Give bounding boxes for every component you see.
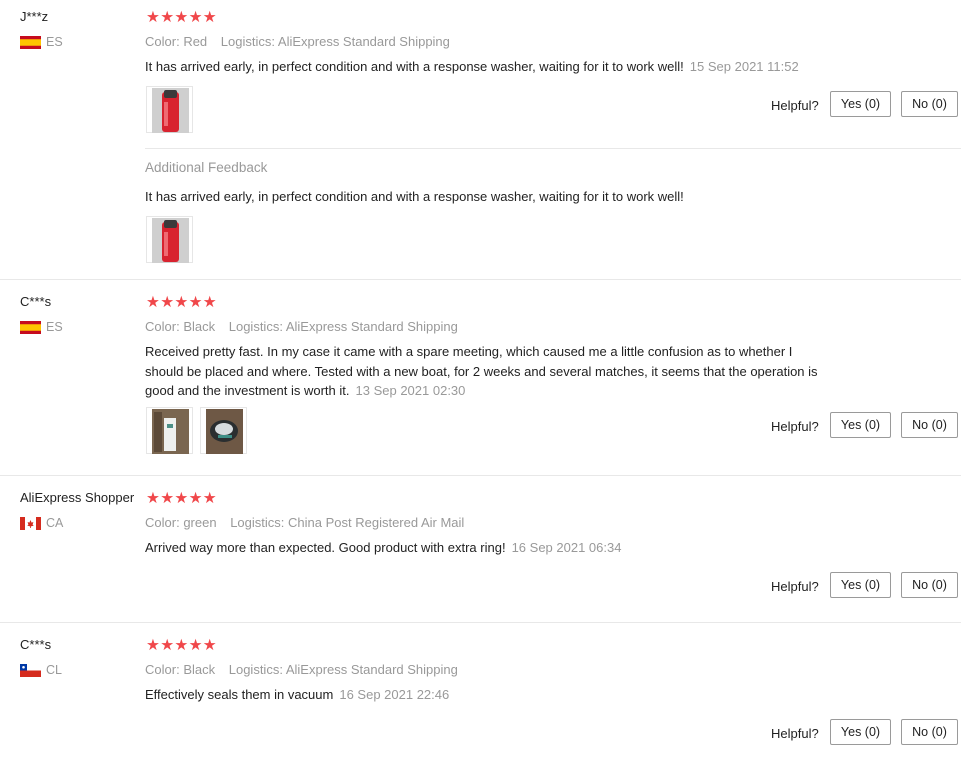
- review-meta: Color: green Logistics: China Post Regis…: [145, 515, 474, 530]
- color-label: Color:: [145, 34, 180, 49]
- helpful-yes-button[interactable]: Yes (0): [830, 91, 891, 117]
- review-body: Arrived way more than expected. Good pro…: [145, 540, 506, 555]
- helpful-label: Helpful?: [771, 419, 819, 434]
- color-value: Black: [183, 319, 216, 334]
- reviewer-country: ES: [20, 35, 63, 49]
- helpful-label: Helpful?: [771, 726, 819, 741]
- review-body-line: Received pretty fast. In my case it came…: [145, 344, 793, 359]
- helpful-no-button[interactable]: No (0): [901, 91, 958, 117]
- helpful-no-button[interactable]: No (0): [901, 572, 958, 598]
- color-label: Color:: [145, 319, 180, 334]
- helpful-yes-button[interactable]: Yes (0): [830, 572, 891, 598]
- reviewer-name: J***z: [20, 9, 49, 24]
- spain-flag-icon: [20, 35, 41, 49]
- additional-review-photo[interactable]: [146, 216, 193, 263]
- review-photo[interactable]: [146, 86, 193, 133]
- review-photo[interactable]: [146, 407, 193, 454]
- helpful-yes-button[interactable]: Yes (0): [830, 412, 891, 438]
- spain-flag-icon: [20, 320, 41, 334]
- logistics-label: Logistics:: [230, 515, 285, 530]
- product-photo-icon: [206, 409, 243, 454]
- logistics-label: Logistics:: [228, 319, 283, 334]
- review-date: 15 Sep 2021 11:52: [689, 59, 799, 74]
- color-value: green: [183, 515, 217, 530]
- review-text: Arrived way more than expected. Good pro…: [145, 538, 855, 558]
- helpful-yes-button[interactable]: Yes (0): [830, 719, 891, 745]
- red-bottle-photo-icon: [152, 218, 189, 263]
- country-code: ES: [46, 35, 63, 49]
- review-date: 16 Sep 2021 06:34: [511, 540, 622, 555]
- star-rating: ★★★★★: [146, 294, 217, 311]
- review-body-line: should be placed and where. Tested with …: [145, 363, 818, 379]
- review-photo[interactable]: [200, 407, 247, 454]
- color-label: Color:: [145, 515, 180, 530]
- review-meta: Color: Black Logistics: AliExpress Stand…: [145, 319, 468, 334]
- review-meta: Color: Black Logistics: AliExpress Stand…: [145, 662, 468, 677]
- star-rating: ★★★★★: [146, 490, 217, 507]
- color-label: Color:: [145, 662, 180, 677]
- review-body: It has arrived early, in perfect conditi…: [145, 59, 684, 74]
- review-body: Effectively seals them in vacuum: [145, 687, 334, 702]
- color-value: Black: [183, 662, 216, 677]
- logistics-value: AliExpress Standard Shipping: [285, 319, 458, 334]
- reviewer-name: C***s: [20, 637, 52, 652]
- helpful-no-button[interactable]: No (0): [901, 412, 958, 438]
- country-code: CL: [46, 663, 62, 677]
- reviewer-country: CA: [20, 516, 63, 530]
- review-text: It has arrived early, in perfect conditi…: [145, 57, 855, 77]
- review-date: 16 Sep 2021 22:46: [339, 687, 450, 702]
- review-separator: [0, 622, 961, 623]
- review-separator: [0, 279, 961, 280]
- review-text: Received pretty fast. In my case it came…: [145, 342, 855, 401]
- additional-feedback-text: It has arrived early, in perfect conditi…: [145, 189, 684, 204]
- red-bottle-photo-icon: [152, 88, 189, 133]
- review-date: 13 Sep 2021 02:30: [355, 383, 466, 398]
- reviewer-country: CL: [20, 663, 62, 677]
- feedback-divider: [145, 148, 961, 149]
- logistics-value: China Post Registered Air Mail: [288, 515, 465, 530]
- country-code: ES: [46, 320, 63, 334]
- helpful-label: Helpful?: [771, 98, 819, 113]
- packaging-photo-icon: [152, 409, 189, 454]
- additional-feedback-title: Additional Feedback: [145, 160, 268, 175]
- review-body-line: good and the investment is worth it.: [145, 383, 350, 398]
- review-meta: Color: Red Logistics: AliExpress Standar…: [145, 34, 460, 49]
- logistics-value: AliExpress Standard Shipping: [277, 34, 450, 49]
- star-rating: ★★★★★: [146, 637, 217, 654]
- logistics-label: Logistics:: [228, 662, 283, 677]
- reviewer-name: C***s: [20, 294, 52, 309]
- review-text: Effectively seals them in vacuum 16 Sep 2…: [145, 685, 855, 705]
- star-rating: ★★★★★: [146, 9, 217, 26]
- color-value: Red: [183, 34, 208, 49]
- country-code: CA: [46, 516, 64, 530]
- canada-flag-icon: [20, 516, 41, 530]
- review-separator: [0, 475, 961, 476]
- logistics-value: AliExpress Standard Shipping: [285, 662, 458, 677]
- helpful-no-button[interactable]: No (0): [901, 719, 958, 745]
- reviewer-country: ES: [20, 320, 63, 334]
- helpful-label: Helpful?: [771, 579, 819, 594]
- reviewer-name: AliExpress Shopper: [20, 490, 135, 505]
- chile-flag-icon: [20, 663, 41, 677]
- logistics-label: Logistics:: [220, 34, 275, 49]
